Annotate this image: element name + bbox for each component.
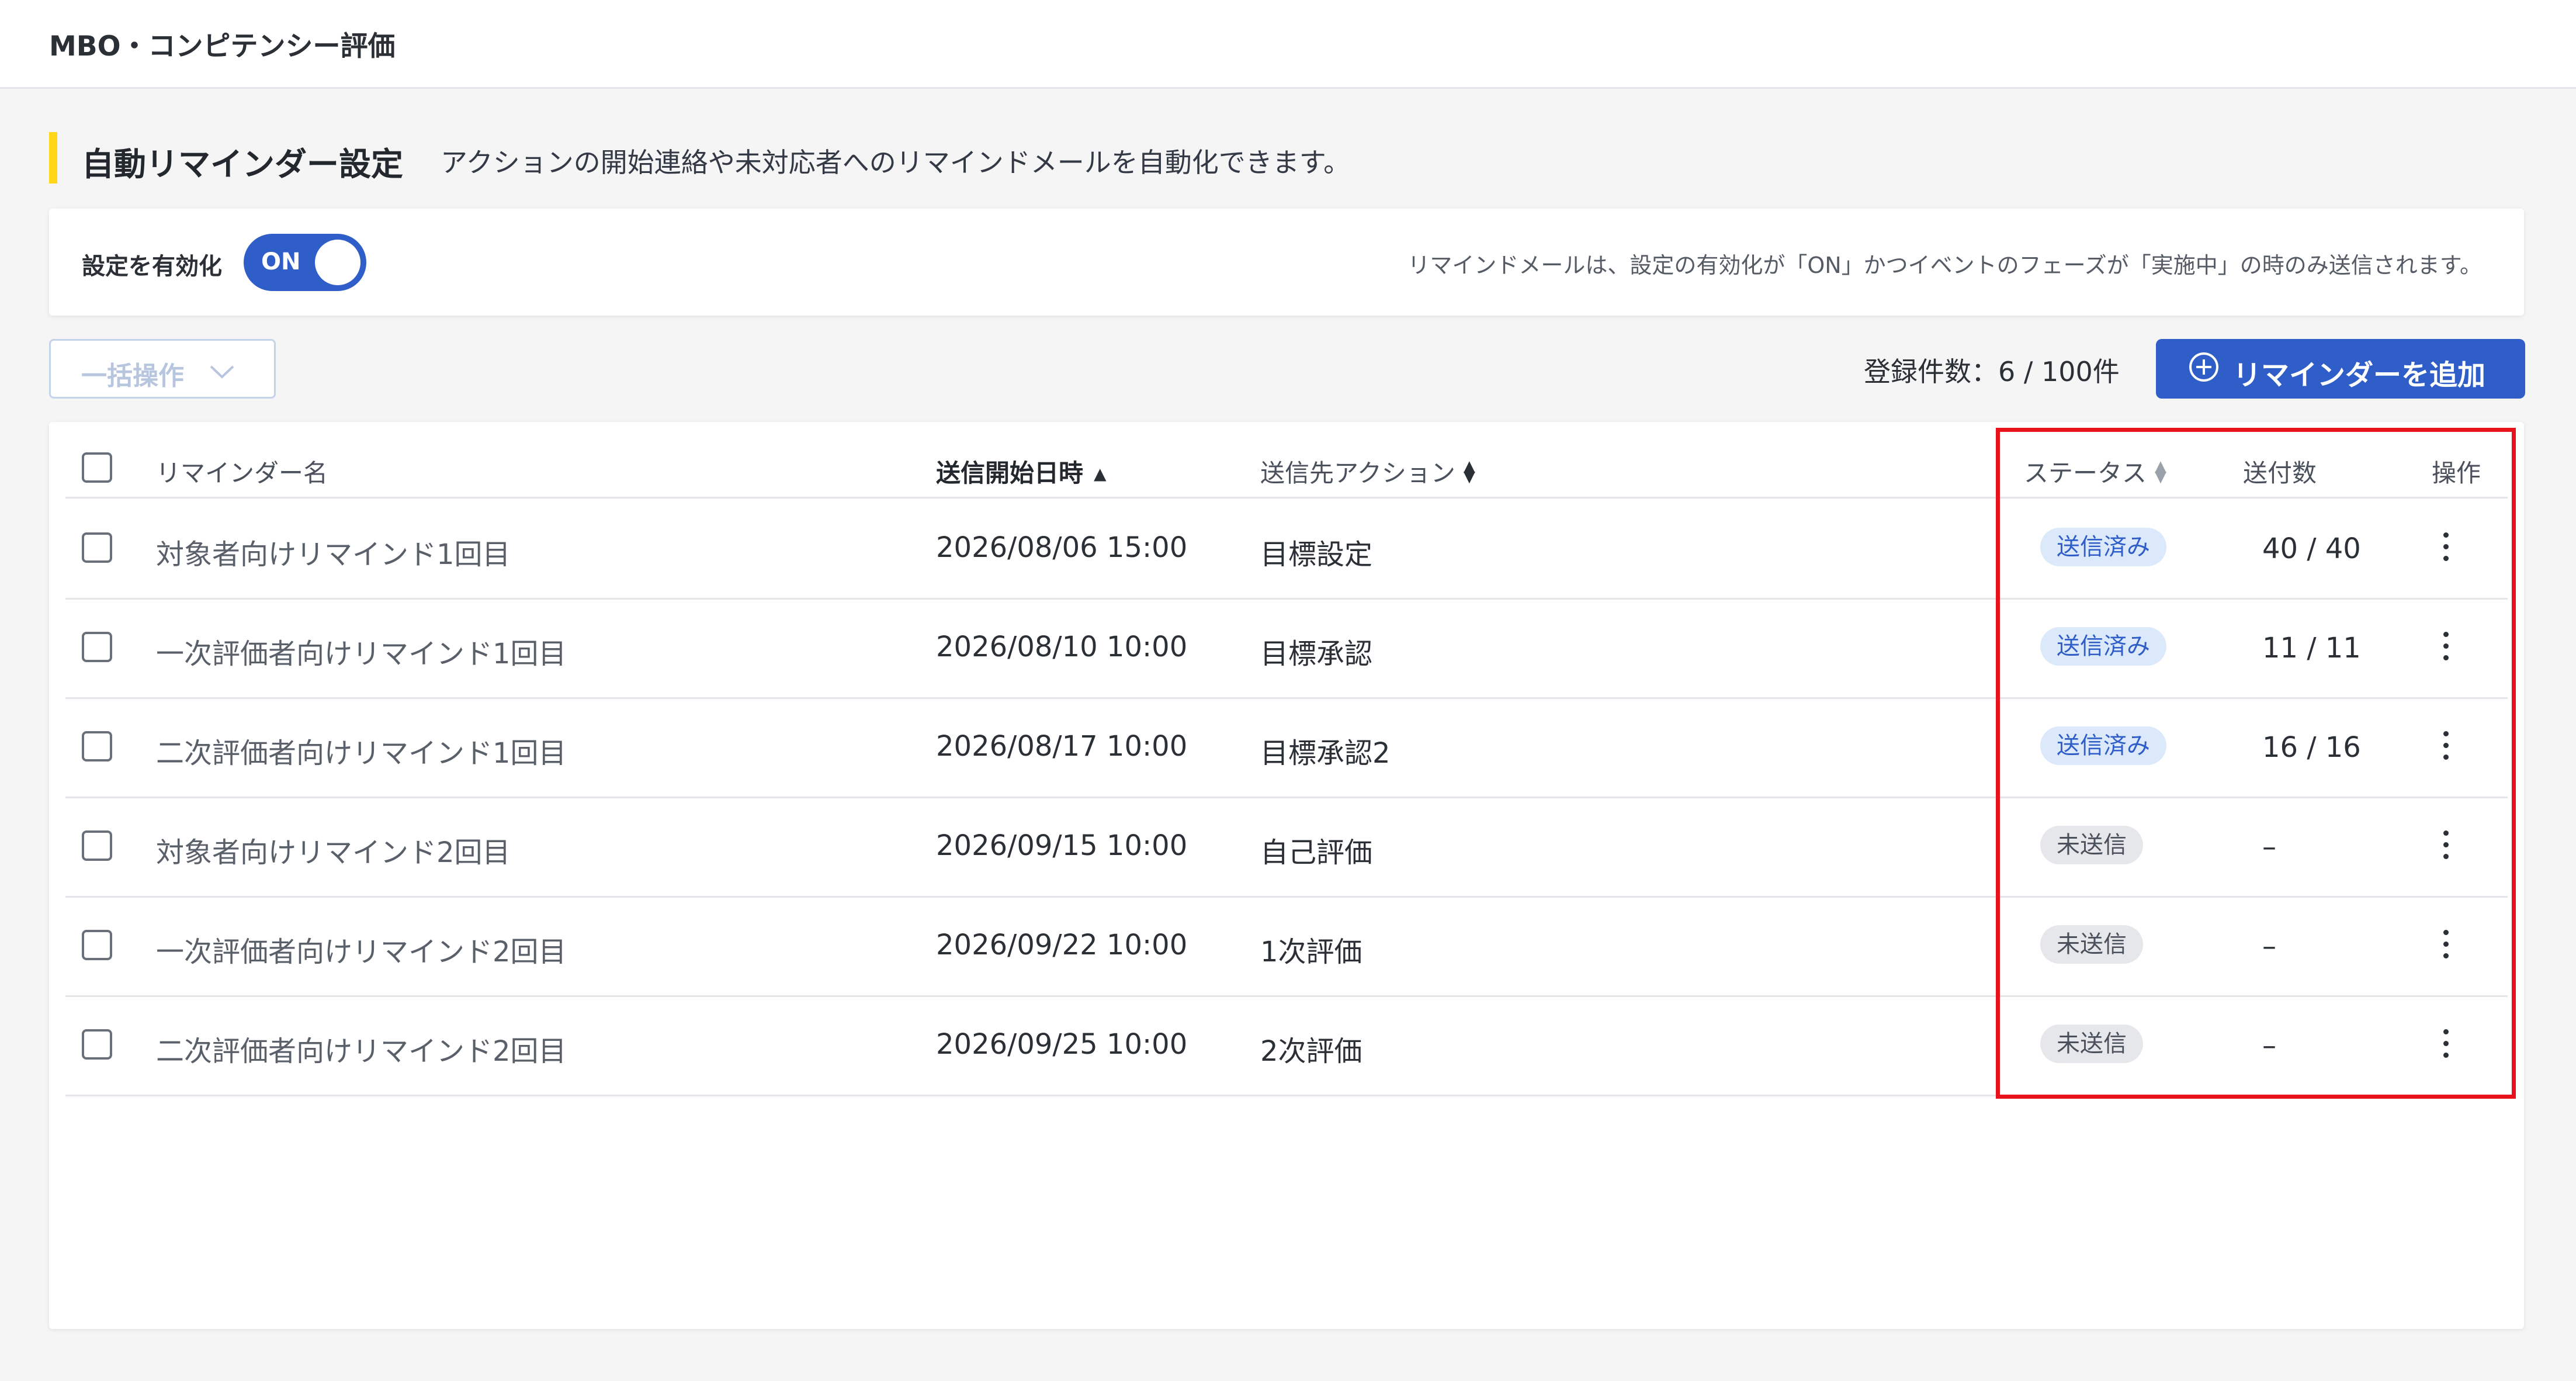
table-row: 二次評価者向けリマインド2回目 2026/09/25 10:00 2次評価 未送… [65,995,2508,1096]
target-action: 目標承認2 [1260,737,1391,770]
send-date: 2026/09/25 10:00 [936,1028,1188,1061]
row-checkbox[interactable] [82,632,112,662]
status-badge: 未送信 [2040,1024,2143,1063]
reminder-name: 二次評価者向けリマインド2回目 [156,1035,567,1068]
more-menu-icon[interactable] [2434,924,2457,965]
toggle-state-label: ON [261,248,301,275]
add-reminder-label: リマインダーを追加 [2233,359,2486,392]
section-title: 自動リマインダー設定 [82,146,404,183]
bulk-action-label: 一括操作 [81,361,184,391]
send-count: – [2262,930,2276,963]
send-count: 40 / 40 [2262,532,2361,565]
reminder-name: 二次評価者向けリマインド1回目 [156,737,567,770]
table-row: 対象者向けリマインド2回目 2026/09/15 10:00 自己評価 未送信 … [65,797,2508,898]
section-description: アクションの開始連絡や未対応者へのリマインドメールを自動化できます。 [441,147,1351,178]
send-date: 2026/09/15 10:00 [936,829,1188,862]
reminder-name: 対象者向けリマインド1回目 [156,538,511,571]
reminder-name: 一次評価者向けリマインド1回目 [156,638,567,670]
header-status[interactable]: ステータス ▲ ▼ [2024,454,2166,489]
toggle-knob [315,240,360,285]
status-badge: 未送信 [2040,826,2143,864]
status-badge: 未送信 [2040,925,2143,964]
target-action: 目標承認 [1260,638,1373,670]
settings-card: 設定を有効化 ON リマインドメールは、設定の有効化が「ON」かつイベントのフェ… [49,209,2524,316]
reminder-table: リマインダー名 送信開始日時 ▲ 送信先アクション ▲ ▼ ステータス ▲ ▼ 送付数 操… [49,422,2524,1329]
bulk-action-button[interactable]: 一括操作 [49,339,276,399]
more-menu-icon[interactable] [2434,1023,2457,1064]
section-accent-bar [49,132,57,184]
reminder-name: 一次評価者向けリマインド2回目 [156,936,567,968]
more-menu-icon[interactable] [2434,626,2457,667]
table-row: 一次評価者向けリマインド2回目 2026/09/22 10:00 1次評価 未送… [65,896,2508,997]
send-date: 2026/08/10 10:00 [936,631,1188,663]
row-checkbox[interactable] [82,830,112,861]
enable-setting-label: 設定を有効化 [82,253,222,280]
send-date: 2026/08/17 10:00 [936,730,1188,763]
send-date: 2026/08/06 15:00 [936,531,1188,564]
header-date[interactable]: 送信開始日時 ▲ [936,454,1107,489]
row-checkbox[interactable] [82,930,112,960]
send-count: 11 / 11 [2262,632,2361,664]
table-row: 一次評価者向けリマインド1回目 2026/08/10 10:00 目標承認 送信… [65,598,2508,699]
target-action: 目標設定 [1260,538,1373,571]
target-action: 1次評価 [1260,936,1362,968]
registration-count: 登録件数：6 / 100件 [1864,356,2120,387]
status-badge: 送信済み [2040,726,2166,765]
sort-icon: ▲ ▼ [1463,458,1475,486]
more-menu-icon[interactable] [2434,825,2457,866]
top-bar: MBO・コンピテンシー評価 [0,0,2576,89]
status-badge: 送信済み [2040,627,2166,666]
target-action: 2次評価 [1260,1035,1362,1068]
chevron-down-icon [210,365,234,379]
header-action[interactable]: 送信先アクション ▲ ▼ [1260,454,1475,489]
more-menu-icon[interactable] [2434,725,2457,766]
row-checkbox[interactable] [82,1029,112,1060]
select-all-checkbox[interactable] [82,452,112,483]
send-date: 2026/09/22 10:00 [936,929,1188,961]
row-checkbox[interactable] [82,731,112,762]
sort-asc-icon: ▲ [1094,464,1107,483]
table-row: 対象者向けリマインド1回目 2026/08/06 15:00 目標設定 送信済み… [65,499,2508,600]
table-header-row: リマインダー名 送信開始日時 ▲ 送信先アクション ▲ ▼ ステータス ▲ ▼ 送付数 操… [65,438,2508,499]
add-reminder-button[interactable]: リマインダーを追加 [2156,339,2525,399]
table-row: 二次評価者向けリマインド1回目 2026/08/17 10:00 目標承認2 送… [65,697,2508,798]
header-name: リマインダー名 [156,459,328,487]
target-action: 自己評価 [1260,836,1373,869]
row-checkbox[interactable] [82,532,112,563]
plus-circle-icon [2189,352,2218,382]
app-title: MBO・コンピテンシー評価 [49,30,396,63]
status-badge: 送信済み [2040,528,2166,566]
section-header: 自動リマインダー設定 アクションの開始連絡や未対応者へのリマインドメールを自動化… [49,132,2503,184]
send-count: – [2262,830,2276,863]
more-menu-icon[interactable] [2434,527,2457,567]
send-count: – [2262,1029,2276,1062]
header-ops: 操作 [2432,459,2481,487]
enable-toggle[interactable]: ON [244,234,366,291]
header-count: 送付数 [2243,459,2317,487]
settings-note: リマインドメールは、設定の有効化が「ON」かつイベントのフェーズが「実施中」の時… [1407,252,2482,278]
sort-icon: ▲ ▼ [2155,458,2167,486]
send-count: 16 / 16 [2262,731,2361,764]
reminder-name: 対象者向けリマインド2回目 [156,836,511,869]
